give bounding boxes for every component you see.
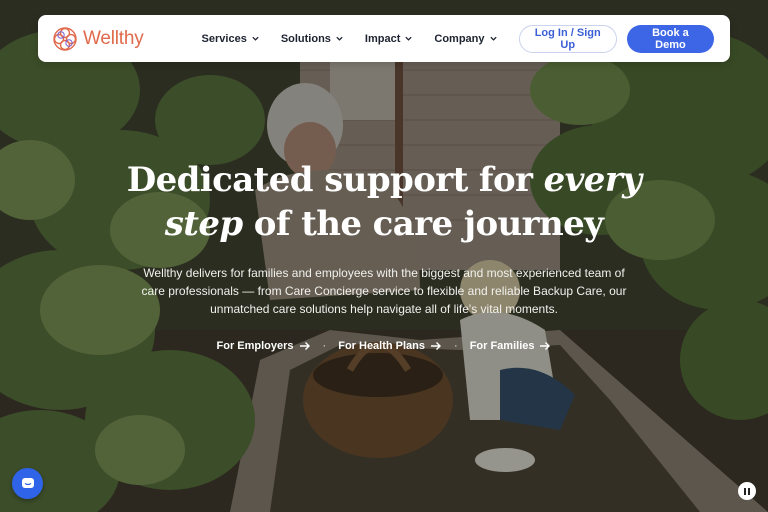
separator-dot: · [454,340,458,352]
login-signup-button[interactable]: Log In / Sign Up [518,24,617,53]
cta-label: For Health Plans [338,340,426,352]
cta-label: For Employers [216,340,294,352]
nav-item-label: Impact [364,32,401,45]
brand-logo[interactable]: Wellthy [52,26,144,52]
headline-emphasis-every: every [543,160,642,200]
chat-icon [21,477,34,488]
chevron-down-icon [336,36,343,41]
headline-emphasis-step: step [164,204,243,244]
pause-icon [744,487,746,495]
chevron-down-icon [405,36,413,41]
headline-text: Dedicated support for [126,160,544,200]
chevron-down-icon [252,36,259,41]
headline-text: of the care journey [242,204,604,244]
nav-item-company[interactable]: Company [434,33,497,45]
pause-icon [748,487,750,495]
hero-headline: Dedicated support for every step of the … [0,158,768,246]
separator-dot: · [322,340,327,352]
chevron-down-icon [489,36,497,41]
wellthy-logo-icon [53,26,77,51]
for-employers-link[interactable]: For Employers [217,340,311,352]
nav-item-services[interactable]: Services [202,33,260,45]
arrow-right-icon [431,342,442,350]
for-health-plans-link[interactable]: For Health Plans [338,340,442,352]
video-pause-button[interactable] [738,482,756,500]
hero-description: Wellthy delivers for families and employ… [141,266,627,316]
for-families-link[interactable]: For Families [470,340,552,352]
nav-menu: Services Solutions Impact Company [202,33,519,45]
nav-item-solutions[interactable]: Solutions [281,33,344,45]
nav-item-label: Solutions [280,32,331,45]
arrow-right-icon [299,342,310,350]
book-demo-button[interactable]: Book a Demo [626,24,714,53]
nav-actions: Log In / Sign Up Book a Demo [518,24,714,53]
hero-cta-links: For Employers · For Health Plans · For F… [0,340,768,352]
nav-item-impact[interactable]: Impact [365,33,413,45]
chat-launcher-button[interactable] [12,468,43,499]
nav-item-label: Services [201,32,247,45]
cta-label: For Families [469,340,535,352]
nav-item-label: Company [434,32,485,45]
hero-section: Dedicated support for every step of the … [0,158,768,352]
arrow-right-icon [540,342,551,350]
top-navbar: Wellthy Services Solutions Impact Compan… [38,15,730,62]
brand-name: Wellthy [83,27,144,49]
